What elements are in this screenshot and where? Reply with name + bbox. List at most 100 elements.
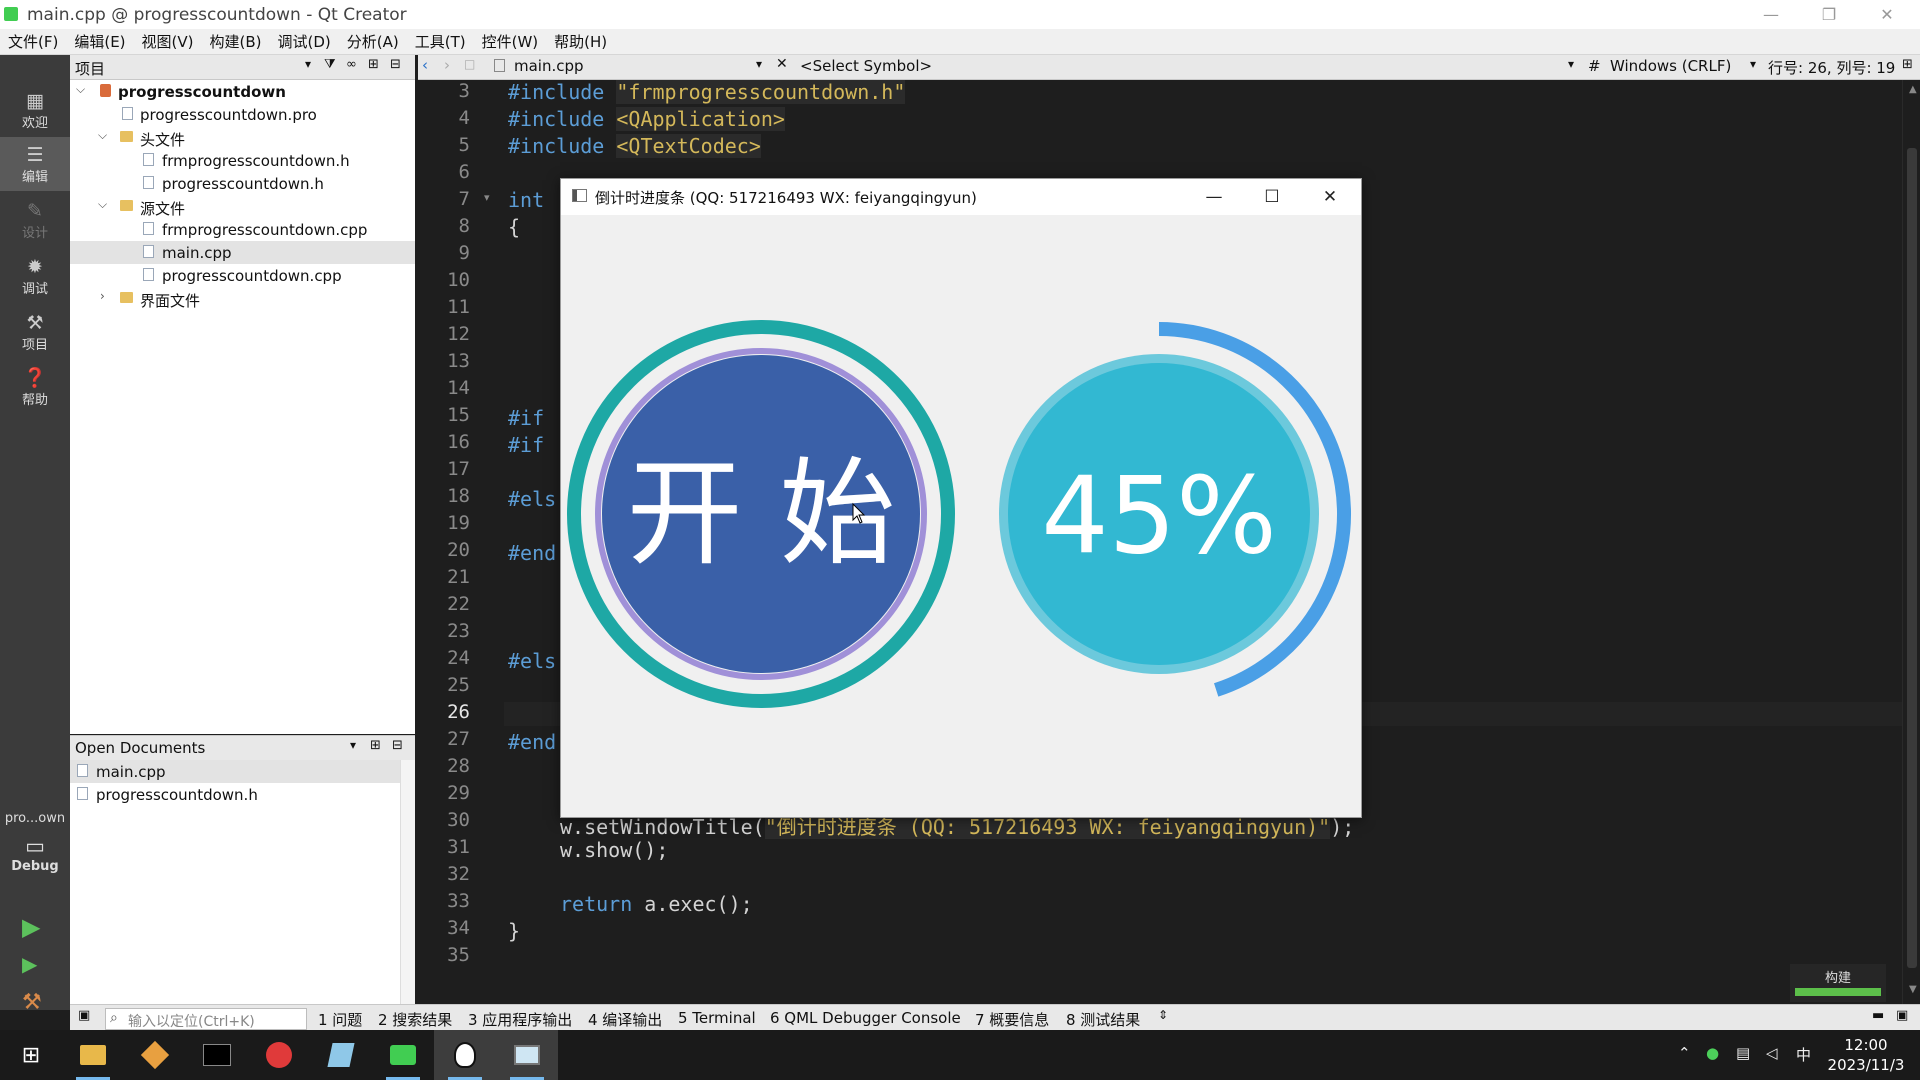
toggle-sidebar-icon[interactable]: ▣	[78, 1008, 90, 1023]
mode-help[interactable]: ❓ 帮助	[0, 360, 70, 414]
scroll-thumb[interactable]	[1907, 148, 1917, 968]
mode-debug[interactable]: ✹ 调试	[0, 249, 70, 303]
split-icon[interactable]: ⊞	[1902, 57, 1913, 72]
close-pane-icon[interactable]: ⊟	[392, 738, 403, 753]
menu-edit[interactable]: 编辑(E)	[66, 31, 133, 52]
more-tabs-icon[interactable]: ⇕	[1158, 1008, 1168, 1022]
kit-selector[interactable]: ▭ Debug	[0, 833, 70, 887]
taskbar-app-window[interactable]	[496, 1030, 558, 1080]
split-icon[interactable]: ⊞	[368, 57, 379, 72]
tree-item-label: frmprogresscountdown.h	[162, 152, 350, 170]
run-button[interactable]: ▶	[22, 913, 40, 941]
back-arrow-icon[interactable]: ‹	[422, 56, 428, 74]
open-doc-item[interactable]: main.cpp	[70, 760, 400, 783]
mode-edit[interactable]: ☰ 编辑	[0, 137, 70, 191]
taskbar-qt-creator[interactable]	[372, 1030, 434, 1080]
chevron-down-icon[interactable]: ▾	[305, 57, 311, 71]
output-tab-search[interactable]: 2 搜索结果	[378, 1009, 452, 1030]
close-pane-icon[interactable]: ⊟	[390, 57, 401, 72]
tree-item-file[interactable]: frmprogresscountdown.h	[70, 149, 415, 172]
start-button[interactable]: 开 始	[567, 320, 955, 708]
build-button[interactable]: ⚒	[22, 990, 42, 1015]
taskbar-notes[interactable]	[310, 1030, 372, 1080]
debug-run-button[interactable]: ▶	[22, 952, 37, 976]
chevron-right-icon[interactable]: ›	[100, 289, 105, 303]
terminal-icon	[203, 1044, 231, 1066]
toggle-right-sidebar-icon[interactable]: ▣	[1896, 1008, 1908, 1023]
current-file-name[interactable]: main.cpp	[514, 57, 584, 75]
output-tab-general[interactable]: 7 概要信息	[975, 1009, 1049, 1030]
build-progress-badge[interactable]: 构建	[1790, 964, 1886, 1002]
close-file-icon[interactable]: ✕	[776, 56, 788, 72]
output-tab-qml-console[interactable]: 6 QML Debugger Console	[770, 1009, 961, 1027]
locator-input[interactable]: ⌕ 输入以定位(Ctrl+K)	[105, 1008, 307, 1030]
output-tab-terminal[interactable]: 5 Terminal	[678, 1009, 756, 1027]
mode-projects[interactable]: ⚒ 项目	[0, 305, 70, 359]
link-icon[interactable]: ∞	[346, 57, 357, 72]
line-ending-selector[interactable]: Windows (CRLF)	[1610, 57, 1731, 75]
menu-build[interactable]: 构建(B)	[202, 31, 270, 52]
split-icon[interactable]: ⊞	[370, 738, 381, 753]
chevron-down-icon[interactable]: ⌵	[98, 128, 107, 143]
code-token: #els	[508, 649, 557, 673]
open-docs-scrollbar[interactable]	[400, 760, 415, 1004]
taskbar-file-explorer[interactable]	[62, 1030, 124, 1080]
tree-item-file-selected[interactable]: main.cpp	[70, 241, 415, 264]
output-tab-test-results[interactable]: 8 测试结果	[1066, 1009, 1140, 1030]
menu-file[interactable]: 文件(F)	[0, 31, 66, 52]
menu-controls[interactable]: 控件(W)	[474, 31, 547, 52]
editor-scrollbar[interactable]: ▲ ▼	[1902, 80, 1920, 1004]
open-doc-item[interactable]: progresscountdown.h	[70, 783, 400, 806]
forward-arrow-icon[interactable]: ›	[444, 56, 450, 74]
menu-debug[interactable]: 调试(D)	[270, 31, 339, 52]
close-button[interactable]: ✕	[1858, 0, 1916, 29]
ime-indicator[interactable]: 中	[1796, 1044, 1811, 1065]
network-icon[interactable]: ▤	[1736, 1044, 1750, 1062]
chevron-down-icon[interactable]: ▾	[756, 57, 762, 71]
system-clock[interactable]: 12:00 2023/11/3	[1820, 1035, 1912, 1075]
scroll-up-icon[interactable]: ▲	[1909, 84, 1917, 95]
menu-tools[interactable]: 工具(T)	[407, 31, 474, 52]
open-documents-header: Open Documents ▾ ⊞ ⊟	[70, 735, 415, 761]
app-close-button[interactable]: ✕	[1301, 179, 1359, 215]
output-tab-compile[interactable]: 4 编译输出	[588, 1009, 662, 1030]
taskbar-qq[interactable]	[434, 1030, 496, 1080]
menu-view[interactable]: 视图(V)	[134, 31, 202, 52]
menu-analyze[interactable]: 分析(A)	[339, 31, 407, 52]
chevron-down-icon[interactable]: ▾	[1750, 57, 1756, 71]
app-maximize-button[interactable]: ☐	[1243, 179, 1301, 215]
tree-item-root[interactable]: ⌵ progresscountdown	[70, 80, 415, 103]
tree-folder-sources[interactable]: ⌵ 源文件	[70, 195, 415, 218]
mode-welcome[interactable]: ▦ 欢迎	[0, 83, 70, 137]
taskbar-git[interactable]	[124, 1030, 186, 1080]
taskbar-music[interactable]	[248, 1030, 310, 1080]
tree-folder-headers[interactable]: ⌵ 头文件	[70, 126, 415, 149]
chevron-down-icon[interactable]: ⌵	[98, 197, 107, 212]
code-token: {	[508, 215, 521, 239]
chevron-down-icon[interactable]: ▾	[1568, 57, 1574, 71]
volume-icon[interactable]: ◁	[1766, 1044, 1778, 1062]
minimize-button[interactable]: —	[1742, 0, 1800, 29]
scroll-down-icon[interactable]: ▼	[1909, 984, 1917, 995]
tree-folder-forms[interactable]: › 界面文件	[70, 287, 415, 310]
output-tab-issues[interactable]: 1 问题	[318, 1009, 362, 1030]
output-tab-app-output[interactable]: 3 应用程序输出	[468, 1009, 572, 1030]
tree-item-file[interactable]: progresscountdown.cpp	[70, 264, 415, 287]
taskbar-terminal[interactable]	[186, 1030, 248, 1080]
fold-marker-icon[interactable]: ▾	[484, 191, 490, 204]
menu-help[interactable]: 帮助(H)	[546, 31, 615, 52]
maximize-output-icon[interactable]: ▬	[1872, 1008, 1884, 1023]
tree-item-file[interactable]: frmprogresscountdown.cpp	[70, 218, 415, 241]
tree-item-pro-file[interactable]: progresscountdown.pro	[70, 103, 415, 126]
restore-button[interactable]: ❐	[1800, 0, 1858, 29]
symbol-selector[interactable]: <Select Symbol>	[800, 57, 932, 75]
chevron-down-icon[interactable]: ▾	[350, 738, 356, 752]
tree-item-file[interactable]: progresscountdown.h	[70, 172, 415, 195]
chevron-down-icon[interactable]: ⌵	[76, 82, 85, 97]
app-tray-icon[interactable]: ●	[1706, 1044, 1719, 1062]
start-menu-button[interactable]: ⊞	[0, 1030, 62, 1080]
app-minimize-button[interactable]: —	[1185, 179, 1243, 215]
filter-icon[interactable]: ⧩	[324, 57, 336, 72]
chevron-up-icon[interactable]: ⌃	[1678, 1044, 1691, 1062]
mode-design[interactable]: ✎ 设计	[0, 193, 70, 247]
